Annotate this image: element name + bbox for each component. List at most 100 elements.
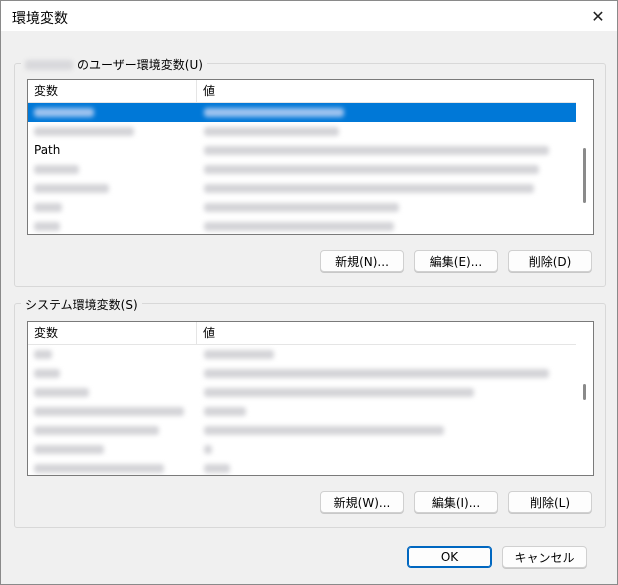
redacted-text (204, 388, 474, 397)
system-delete-button[interactable]: 削除(L) (508, 491, 592, 513)
redacted-text (204, 464, 230, 473)
variable-value-redacted (204, 124, 570, 139)
redacted-text (34, 407, 184, 416)
table-row[interactable] (28, 103, 576, 122)
variable-value-redacted (204, 162, 570, 177)
list-header: 変数 値 (28, 80, 576, 103)
redacted-text (34, 203, 62, 212)
redacted-text (34, 184, 109, 193)
redacted-text (34, 445, 104, 454)
system-new-button[interactable]: 新規(W)... (320, 491, 404, 513)
table-row[interactable] (28, 440, 576, 459)
redacted-text (204, 127, 339, 136)
variable-name-redacted (34, 461, 164, 475)
variable-name-redacted (34, 200, 62, 215)
variable-name-redacted (34, 442, 104, 457)
redacted-text (204, 445, 212, 454)
system-edit-button[interactable]: 編集(I)... (414, 491, 498, 513)
redacted-text (204, 108, 344, 117)
redacted-text (204, 426, 444, 435)
redacted-text (204, 146, 549, 155)
user-variables-list[interactable]: 変数 値 Path (27, 79, 594, 235)
variable-value-redacted (204, 347, 570, 362)
variable-name: Path (34, 143, 61, 157)
user-variables-legend: のユーザー環境変数(U) (21, 56, 207, 73)
variable-value-redacted (204, 143, 570, 158)
system-list-scrollbar[interactable] (576, 322, 593, 475)
redacted-text (204, 369, 549, 378)
redacted-text (34, 426, 159, 435)
variable-value-redacted (204, 366, 570, 381)
cancel-button[interactable]: キャンセル (502, 546, 587, 568)
column-header-value[interactable]: 値 (197, 80, 576, 102)
variable-value-redacted (204, 423, 570, 438)
table-row[interactable] (28, 421, 576, 440)
table-row[interactable] (28, 122, 576, 141)
redacted-text (34, 369, 60, 378)
variable-name-redacted (34, 347, 52, 362)
redacted-text (204, 184, 534, 193)
variable-name-redacted (34, 105, 94, 120)
variable-value-redacted (204, 219, 570, 234)
redacted-text (204, 350, 274, 359)
ok-button[interactable]: OK (407, 546, 492, 568)
scrollbar-thumb[interactable] (583, 384, 586, 400)
redacted-text (204, 222, 394, 231)
variable-value-redacted (204, 105, 570, 120)
close-button[interactable]: ✕ (587, 6, 609, 26)
user-delete-button[interactable]: 削除(D) (508, 250, 592, 272)
column-header-variable[interactable]: 変数 (28, 322, 197, 344)
table-row[interactable] (28, 198, 576, 217)
variable-name-redacted (34, 219, 60, 234)
close-icon: ✕ (591, 6, 605, 26)
system-variables-group: システム環境変数(S) 変数 値 新規(W)... 編集(I)... 削除(L) (14, 296, 606, 528)
table-row[interactable] (28, 459, 576, 475)
redacted-text (204, 203, 399, 212)
system-variables-rows (28, 345, 576, 475)
table-row[interactable] (28, 345, 576, 364)
variable-name-redacted (34, 181, 109, 196)
variable-name-redacted (34, 404, 184, 419)
variable-name-redacted (34, 385, 89, 400)
variable-value-redacted (204, 181, 570, 196)
variable-value-redacted (204, 404, 570, 419)
variable-name-redacted (34, 366, 60, 381)
user-variables-group: のユーザー環境変数(U) 変数 値 Path 新規(N)... 編集(E)...… (14, 56, 606, 287)
redacted-text (204, 407, 246, 416)
redacted-text (34, 350, 52, 359)
system-variables-legend: システム環境変数(S) (21, 296, 142, 313)
table-row[interactable]: Path (28, 141, 576, 160)
variable-value-redacted (204, 442, 570, 457)
table-row[interactable] (28, 179, 576, 198)
redacted-text (34, 222, 60, 231)
environment-variables-dialog: 環境変数 ✕ のユーザー環境変数(U) 変数 値 Path 新規(N)... 編… (0, 0, 618, 585)
variable-name-redacted (34, 124, 134, 139)
redacted-text (34, 388, 89, 397)
column-header-variable[interactable]: 変数 (28, 80, 197, 102)
variable-value-redacted (204, 385, 570, 400)
variable-name-redacted (34, 162, 79, 177)
table-row[interactable] (28, 160, 576, 179)
redacted-text (34, 464, 164, 473)
redacted-text (34, 127, 134, 136)
redacted-text (34, 108, 94, 117)
table-row[interactable] (28, 217, 576, 234)
user-list-scrollbar[interactable] (576, 80, 593, 234)
variable-value-redacted (204, 461, 570, 475)
user-edit-button[interactable]: 編集(E)... (414, 250, 498, 272)
title-bar: 環境変数 ✕ (1, 1, 617, 31)
user-variables-rows: Path (28, 103, 576, 234)
variable-name-redacted (34, 423, 159, 438)
table-row[interactable] (28, 402, 576, 421)
scrollbar-thumb[interactable] (583, 148, 586, 203)
redacted-text (34, 165, 79, 174)
table-row[interactable] (28, 383, 576, 402)
user-new-button[interactable]: 新規(N)... (320, 250, 404, 272)
list-header: 変数 値 (28, 322, 576, 345)
variable-value-redacted (204, 200, 570, 215)
user-name-redacted (25, 59, 73, 70)
redacted-text (204, 165, 539, 174)
column-header-value[interactable]: 値 (197, 322, 576, 344)
table-row[interactable] (28, 364, 576, 383)
system-variables-list[interactable]: 変数 値 (27, 321, 594, 476)
